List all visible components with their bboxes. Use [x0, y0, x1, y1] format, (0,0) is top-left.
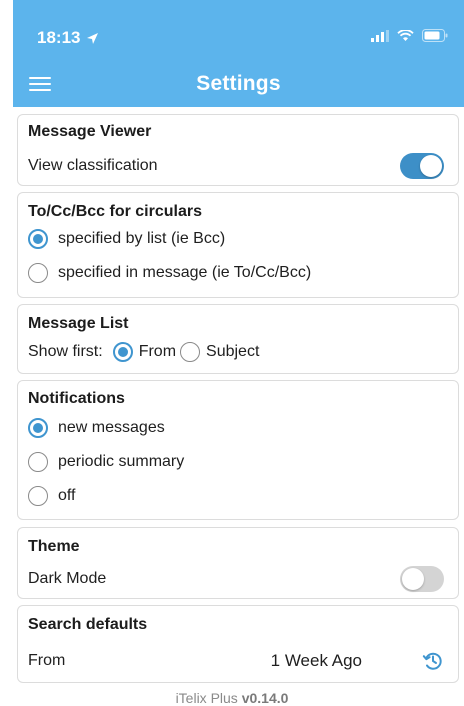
circulars-option-list-2: specified in message (ie To/Cc/Bcc) [28, 263, 444, 283]
notifications-option-new[interactable]: new messages [28, 418, 165, 438]
message-list-heading: Message List [28, 315, 129, 332]
status-time-text: 18:13 [37, 28, 81, 47]
show-first-row: Show first: From Subject [28, 342, 444, 362]
notifications-option-new-label: new messages [58, 419, 165, 436]
app-version-footer: iTelix Plus v0.14.0 [0, 690, 464, 706]
circulars-option-bcc-label: specified by list (ie Bcc) [58, 230, 226, 247]
message-viewer-heading: Message Viewer [28, 123, 152, 140]
notifications-card: Notifications new messages periodic summ… [17, 380, 459, 520]
radio-unselected[interactable] [180, 342, 201, 362]
circulars-heading: To/Cc/Bcc for circulars [28, 203, 202, 220]
page-title: Settings [196, 72, 281, 95]
notifications-option-off-label: off [58, 487, 76, 504]
cellular-signal-icon [371, 29, 389, 42]
notifications-option-summary-label: periodic summary [58, 453, 185, 470]
notifications-heading: Notifications [28, 390, 125, 407]
search-defaults-heading: Search defaults [28, 616, 148, 633]
circulars-option-message[interactable]: specified in message (ie To/Cc/Bcc) [28, 263, 311, 283]
status-time: 18:13 [37, 28, 99, 48]
show-first-subject-label: Subject [206, 343, 260, 360]
circulars-option-message-label: specified in message (ie To/Cc/Bcc) [58, 264, 312, 281]
radio-unselected[interactable] [28, 486, 48, 506]
radio-selected[interactable] [28, 229, 48, 249]
show-first-from[interactable]: From [112, 342, 177, 362]
notifications-row-3: off [28, 486, 444, 506]
radio-selected[interactable] [112, 342, 133, 362]
circulars-option-list: specified by list (ie Bcc) [28, 229, 444, 249]
theme-heading: Theme [28, 538, 80, 555]
search-from-label: From [28, 652, 66, 669]
view-classification-toggle[interactable] [400, 153, 444, 179]
search-from-row[interactable]: From 1 Week Ago [28, 650, 444, 672]
search-from-value[interactable]: 1 Week Ago [271, 651, 362, 671]
notifications-row-1: new messages [28, 418, 444, 438]
theme-card: Theme Dark Mode [17, 527, 459, 599]
notifications-option-off[interactable]: off [28, 486, 76, 506]
circulars-card: To/Cc/Bcc for circulars specified by lis… [17, 192, 459, 298]
show-first-from-label: From [138, 343, 177, 360]
notifications-option-summary[interactable]: periodic summary [28, 452, 184, 472]
notifications-row-2: periodic summary [28, 452, 444, 472]
dark-mode-label: Dark Mode [28, 570, 107, 587]
show-first-subject[interactable]: Subject [180, 342, 259, 362]
app-name: iTelix Plus [175, 690, 238, 706]
dark-mode-row: Dark Mode [28, 566, 444, 592]
status-bar: 18:13 [13, 0, 464, 64]
circulars-option-bcc[interactable]: specified by list (ie Bcc) [28, 229, 225, 249]
radio-unselected[interactable] [28, 452, 48, 472]
search-defaults-card: Search defaults From 1 Week Ago [17, 605, 459, 683]
status-indicators [371, 29, 448, 42]
app-version: v0.14.0 [241, 690, 289, 706]
radio-selected[interactable] [28, 418, 48, 438]
location-arrow-icon [87, 32, 99, 44]
battery-icon [422, 29, 448, 42]
show-first-label: Show first: [28, 343, 103, 360]
view-classification-row: View classification [28, 153, 444, 179]
wifi-icon [397, 29, 414, 41]
app-header: 18:13 Settings [13, 0, 464, 107]
view-classification-label: View classification [28, 157, 158, 174]
message-viewer-card: Message Viewer View classification [17, 114, 459, 186]
dark-mode-toggle[interactable] [400, 566, 444, 592]
radio-unselected[interactable] [28, 263, 48, 283]
message-list-card: Message List Show first: From Subject [17, 304, 459, 374]
history-icon[interactable] [422, 650, 444, 672]
nav-bar: Settings [13, 64, 464, 107]
